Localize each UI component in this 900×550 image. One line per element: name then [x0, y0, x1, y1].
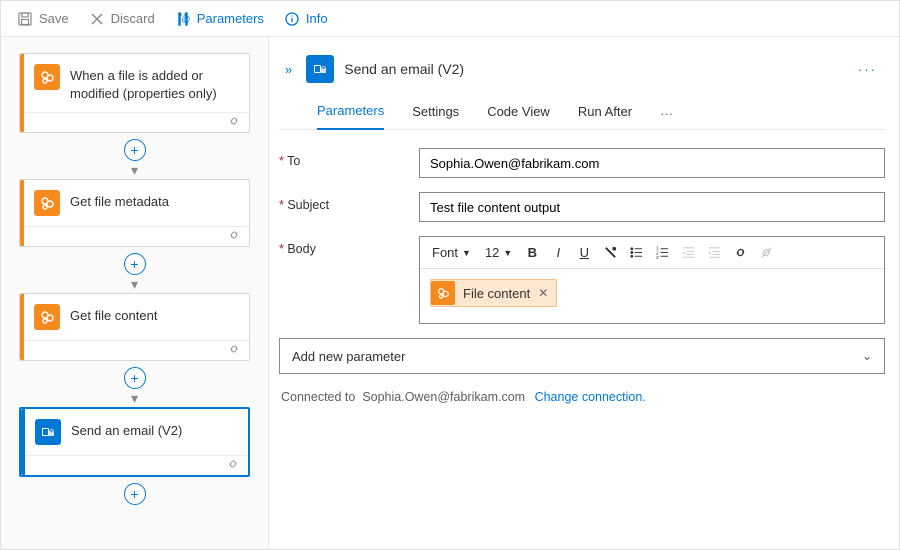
link-button[interactable] — [728, 241, 752, 265]
save-icon — [17, 11, 33, 27]
change-connection-link[interactable]: Change connection. — [535, 390, 646, 404]
outlook-icon — [306, 55, 334, 83]
parameters-button[interactable]: @ Parameters — [167, 7, 272, 31]
connection-info: Connected to Sophia.Owen@fabrikam.com Ch… — [279, 390, 885, 404]
body-editor: Font▼ 12▼ B I U 123 — [419, 236, 885, 324]
sharepoint-icon — [34, 190, 60, 216]
accent-strip — [20, 54, 24, 132]
accent-strip — [21, 409, 25, 475]
info-button[interactable]: Info — [276, 7, 336, 31]
underline-button[interactable]: U — [572, 241, 596, 265]
subject-label: Subject — [279, 192, 419, 212]
indent-button[interactable] — [702, 241, 726, 265]
accent-strip — [20, 294, 24, 360]
step-title: Get file content — [70, 304, 157, 325]
tab-more-button[interactable]: ··· — [660, 106, 673, 121]
add-parameter-dropdown[interactable]: Add new parameter ⌄ — [279, 338, 885, 374]
discard-label: Discard — [111, 11, 155, 26]
link-icon — [226, 457, 240, 474]
connected-account: Sophia.Owen@fabrikam.com — [362, 390, 525, 404]
add-step-button[interactable]: + — [124, 139, 146, 161]
svg-text:3: 3 — [656, 255, 659, 260]
link-icon — [227, 342, 241, 359]
save-label: Save — [39, 11, 69, 26]
discard-icon — [89, 11, 105, 27]
panel-title: Send an email (V2) — [344, 61, 464, 77]
outdent-button[interactable] — [676, 241, 700, 265]
to-input[interactable] — [419, 148, 885, 178]
tab-settings[interactable]: Settings — [412, 98, 459, 129]
body-label: Body — [279, 236, 419, 256]
svg-text:@: @ — [181, 14, 190, 24]
link-icon — [227, 114, 241, 131]
add-parameter-label: Add new parameter — [292, 349, 405, 364]
flow-step-email[interactable]: Send an email (V2) — [19, 407, 250, 477]
discard-button[interactable]: Discard — [81, 7, 163, 31]
sharepoint-icon — [431, 281, 455, 305]
sharepoint-icon — [34, 64, 60, 90]
step-title: Send an email (V2) — [71, 419, 182, 440]
parameters-label: Parameters — [197, 11, 264, 26]
token-remove-button[interactable]: ✕ — [538, 286, 548, 300]
body-content[interactable]: File content ✕ — [420, 269, 884, 323]
flow-arrow-icon: ▾ — [131, 163, 138, 177]
flow-arrow-icon: ▾ — [131, 277, 138, 291]
top-toolbar: Save Discard @ Parameters Info — [1, 1, 899, 37]
accent-strip — [20, 180, 24, 246]
rte-toolbar: Font▼ 12▼ B I U 123 — [420, 237, 884, 269]
detail-panel: » Send an email (V2) ··· Parameters Sett… — [269, 37, 899, 549]
link-icon — [227, 228, 241, 245]
tab-code-view[interactable]: Code View — [487, 98, 550, 129]
caret-down-icon: ▼ — [503, 248, 512, 258]
token-label: File content — [463, 286, 530, 301]
flow-canvas: When a file is added or modified (proper… — [1, 37, 269, 549]
add-step-button[interactable]: + — [124, 253, 146, 275]
font-family-select[interactable]: Font▼ — [426, 241, 477, 265]
bold-button[interactable]: B — [520, 241, 544, 265]
info-icon — [284, 11, 300, 27]
outlook-icon — [35, 419, 61, 445]
tab-run-after[interactable]: Run After — [578, 98, 632, 129]
panel-tabs: Parameters Settings Code View Run After … — [279, 97, 885, 130]
to-label: To — [279, 148, 419, 168]
dynamic-content-token[interactable]: File content ✕ — [430, 279, 557, 307]
add-step-button[interactable]: + — [124, 483, 146, 505]
flow-step-content[interactable]: Get file content — [19, 293, 250, 361]
parameters-icon: @ — [175, 11, 191, 27]
tab-parameters[interactable]: Parameters — [317, 97, 384, 130]
info-label: Info — [306, 11, 328, 26]
unlink-button[interactable] — [754, 241, 778, 265]
chevron-down-icon: ⌄ — [862, 349, 872, 363]
save-button[interactable]: Save — [9, 7, 77, 31]
bullet-list-button[interactable] — [624, 241, 648, 265]
flow-step-metadata[interactable]: Get file metadata — [19, 179, 250, 247]
collapse-panel-button[interactable]: » — [281, 62, 296, 77]
add-step-button[interactable]: + — [124, 367, 146, 389]
step-title: Get file metadata — [70, 190, 169, 211]
caret-down-icon: ▼ — [462, 248, 471, 258]
sharepoint-icon — [34, 304, 60, 330]
flow-arrow-icon: ▾ — [131, 391, 138, 405]
number-list-button[interactable]: 123 — [650, 241, 674, 265]
font-color-button[interactable] — [598, 241, 622, 265]
font-size-select[interactable]: 12▼ — [479, 241, 518, 265]
subject-input[interactable] — [419, 192, 885, 222]
italic-button[interactable]: I — [546, 241, 570, 265]
panel-menu-button[interactable]: ··· — [852, 62, 883, 77]
step-title: When a file is added or modified (proper… — [70, 64, 237, 102]
flow-step-trigger[interactable]: When a file is added or modified (proper… — [19, 53, 250, 133]
